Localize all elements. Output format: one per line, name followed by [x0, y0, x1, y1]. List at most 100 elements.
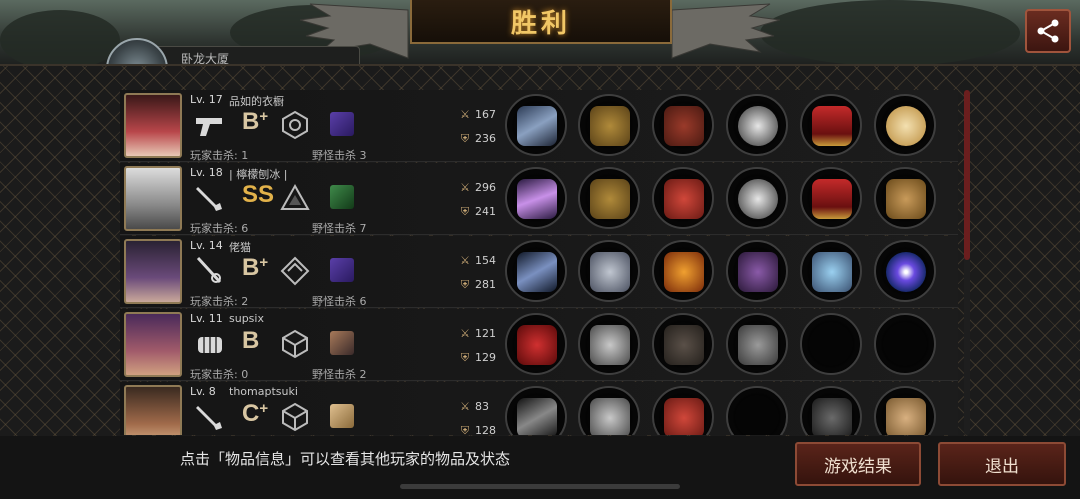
item-slot[interactable] [505, 386, 567, 435]
player-row[interactable]: Lv. 8 thomaptsuki C+ ⚔ 83 ⛨ 128 [120, 382, 958, 435]
chest-item-icon [886, 179, 926, 219]
shield-icon: ⛨ [460, 351, 470, 364]
player-grade: B [242, 327, 260, 354]
item-slot[interactable] [874, 94, 936, 156]
item-slot[interactable] [652, 94, 714, 156]
crossed-swords-icon: ⚔ [460, 108, 470, 121]
empty-item-slot[interactable] [800, 313, 862, 375]
item-slot[interactable] [652, 240, 714, 302]
item-slot[interactable] [726, 240, 788, 302]
monster-kills: 野怪击杀 7 [312, 222, 367, 235]
item-slot[interactable] [726, 167, 788, 229]
player-name: thomaptsuki [229, 385, 298, 398]
list-scrollbar-thumb[interactable] [964, 90, 970, 260]
item-slot[interactable] [652, 386, 714, 435]
victory-title: 胜利 [510, 8, 571, 39]
crossed-swords-icon: ⚔ [460, 181, 470, 194]
item-slot[interactable] [505, 94, 567, 156]
defense-stat: ⛨ 236 [458, 132, 496, 146]
player-name: supsix [229, 312, 264, 325]
empty-item-slot[interactable] [874, 313, 936, 375]
boots-item-icon [812, 252, 852, 292]
cube-emblem-icon [282, 329, 308, 359]
item-slot[interactable] [578, 386, 640, 435]
item-slot[interactable] [505, 240, 567, 302]
pet-icon [330, 185, 354, 209]
item-slot[interactable] [874, 240, 936, 302]
player-level: Lv. 17 [190, 93, 223, 106]
player-level: Lv. 11 [190, 312, 223, 325]
shield-icon: ⛨ [460, 205, 470, 218]
player-portrait [124, 93, 182, 158]
share-button[interactable] [1025, 9, 1071, 53]
item-slot[interactable] [505, 167, 567, 229]
attack-stat: ⚔ 296 [458, 181, 496, 194]
item-slot[interactable] [800, 240, 862, 302]
item-slot[interactable] [578, 240, 640, 302]
pistol-icon [196, 118, 222, 136]
item-slot[interactable] [578, 313, 640, 375]
player-portrait [124, 385, 182, 435]
knife-icon [196, 187, 222, 211]
crossed-swords-icon: ⚔ [460, 400, 470, 413]
defense-stat: ⛨ 241 [458, 205, 496, 219]
player-row[interactable]: Lv. 17 品如的衣橱 B+ 玩家击杀: 1 野怪击杀 3 ⚔ 167 ⛨ 236 [120, 90, 958, 162]
cube-emblem-icon [282, 402, 308, 432]
item-slot[interactable] [874, 167, 936, 229]
player-portrait [124, 239, 182, 304]
exit-button[interactable]: 退出 [938, 442, 1066, 486]
player-grade: SS [242, 181, 275, 208]
defense-stat: ⛨ 128 [458, 424, 496, 435]
rapier-icon [196, 256, 222, 284]
defense-stat: ⛨ 129 [458, 351, 496, 365]
shirt-item-icon [664, 179, 704, 219]
pet-icon [330, 331, 354, 355]
helmet-item-icon [590, 106, 630, 146]
player-kills: 玩家击杀: 2 [190, 295, 249, 308]
item-slot[interactable] [874, 386, 936, 435]
item-slot[interactable] [505, 313, 567, 375]
home-indicator [400, 484, 680, 489]
player-row[interactable]: Lv. 14 佬猫 B+ 玩家击杀: 2 野怪击杀 6 ⚔ 154 ⛨ 281 [120, 236, 958, 308]
item-slot[interactable] [800, 94, 862, 156]
item-slot[interactable] [726, 313, 788, 375]
pet-icon [330, 404, 354, 428]
shield-icon: ⛨ [460, 132, 470, 145]
player-name: | 檸檬刨冰 | [229, 168, 288, 181]
player-row[interactable]: Lv. 11 supsix B 玩家击杀: 0 野怪击杀 2 ⚔ 121 ⛨ 129 [120, 309, 958, 381]
mech-helmet-item-icon [590, 252, 630, 292]
item-slot[interactable] [800, 167, 862, 229]
monster-kills: 野怪击杀 3 [312, 149, 367, 162]
victory-title-plate: 胜利 [410, 0, 672, 44]
shield-icon: ⛨ [460, 424, 470, 435]
pet-icon [330, 258, 354, 282]
item-slot[interactable] [652, 313, 714, 375]
right-wing-ornament [671, 3, 780, 59]
tree-silhouette [0, 10, 120, 70]
item-slot[interactable] [800, 386, 862, 435]
monster-kills: 野怪击杀 6 [312, 295, 367, 308]
player-row[interactable]: Lv. 18 | 檸檬刨冰 | SS 玩家击杀: 6 野怪击杀 7 ⚔ 296 ⛨… [120, 163, 958, 235]
shirt-item-icon [664, 398, 704, 435]
tree-silhouette [760, 0, 1020, 66]
monster-kills: 野怪击杀 2 [312, 368, 367, 381]
item-info-hint: 点击「物品信息」可以查看其他玩家的物品及状态 [180, 450, 511, 468]
defense-stat: ⛨ 281 [458, 278, 496, 292]
knife-icon [196, 406, 222, 430]
spiked-bracer-item-icon [738, 325, 778, 365]
player-results-list[interactable]: Lv. 17 品如的衣橱 B+ 玩家击杀: 1 野怪击杀 3 ⚔ 167 ⛨ 236… [120, 90, 960, 435]
item-slot[interactable] [652, 167, 714, 229]
item-slot[interactable] [578, 94, 640, 156]
empty-item-slot[interactable] [726, 386, 788, 435]
combat-boots-item-icon [812, 398, 852, 435]
spear-item-icon [517, 252, 557, 292]
player-kills: 玩家击杀: 1 [190, 149, 249, 162]
game-result-button[interactable]: 游戏结果 [795, 442, 921, 486]
armor-item-icon [664, 106, 704, 146]
item-slot[interactable] [578, 167, 640, 229]
box-item-icon [886, 398, 926, 435]
attack-stat: ⚔ 154 [458, 254, 496, 267]
item-slot[interactable] [726, 94, 788, 156]
fire-armor-item-icon [664, 252, 704, 292]
player-name: 品如的衣橱 [229, 95, 284, 108]
